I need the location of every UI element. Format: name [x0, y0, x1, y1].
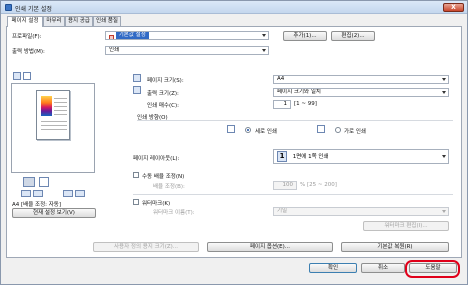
scaling-value: 100: [282, 182, 294, 188]
copies-input[interactable]: 1: [273, 100, 291, 109]
chevron-down-icon: [262, 49, 266, 52]
edit-profile-button[interactable]: 편집(2)...: [331, 31, 375, 41]
print-preferences-window: 인쇄 기본 설정 X 페이지 설정 마무리 용지 공급원 인쇄 품질 프로파일(…: [0, 0, 468, 285]
output-size-label: 출력 크기(Z):: [147, 91, 179, 97]
preview-text-line: [54, 114, 67, 115]
output-method-label: 출력 방법(M):: [12, 49, 45, 55]
landscape-label: 가로 인쇄: [344, 129, 366, 135]
custom-paper-size-button[interactable]: 사용자 정의 용지 크기(Z)...: [93, 242, 199, 252]
landscape-radio[interactable]: [335, 127, 341, 133]
page-options-button[interactable]: 페이지 옵션(E)...: [207, 242, 333, 252]
preview-image: [41, 96, 52, 116]
preview-text-line: [41, 129, 67, 130]
output-method-value: 인쇄: [109, 47, 120, 53]
scaling-input[interactable]: 100: [273, 181, 297, 190]
chevron-down-icon: [442, 78, 446, 81]
scaling-range: % [25 ~ 200]: [300, 182, 337, 188]
landscape-icon: [317, 125, 325, 133]
preview-text-line: [54, 106, 67, 107]
page-size-label: 페이지 크기(S):: [147, 78, 184, 84]
output-size-select[interactable]: 페이지 크기와 일치: [273, 88, 449, 97]
view-current-settings-button[interactable]: 현재 설정 보기(V): [12, 208, 96, 218]
tab-finishing[interactable]: 마무리: [43, 16, 65, 26]
page-size-select[interactable]: A4: [273, 75, 449, 84]
edit-watermark-button[interactable]: 워터마크 편집(I)...: [363, 221, 449, 231]
tab-paper-source[interactable]: 용지 공급원: [65, 16, 93, 33]
close-button[interactable]: X: [443, 3, 464, 12]
preview-status: A4 [배율 조정: 자동]: [12, 202, 62, 208]
watermark-name-label: 워터마크 이름(T):: [153, 210, 195, 216]
page-layout-select[interactable]: 1 1면에 1쪽 인쇄: [273, 149, 449, 164]
profile-select[interactable]: 기본값 설정: [105, 31, 269, 40]
chevron-down-icon: [442, 155, 446, 158]
output-method-select[interactable]: 인쇄: [105, 46, 269, 55]
page-preview: [11, 83, 95, 173]
add-profile-button[interactable]: 추가(1)...: [283, 31, 327, 41]
finishing-icon-3: [63, 190, 73, 197]
printer-icon: [23, 177, 35, 187]
watermark-value: 기밀: [277, 208, 288, 214]
page-layout-number: 1: [277, 151, 287, 162]
manual-scaling-label: 수동 배율 조정(N): [142, 174, 185, 180]
profile-label: 프로파일(F):: [12, 34, 42, 40]
profile-icon: [109, 35, 114, 39]
chevron-down-icon: [442, 91, 446, 94]
portrait-label: 세로 인쇄: [255, 129, 277, 135]
copies-range: [1 ~ 99]: [294, 101, 317, 107]
preview-text-line: [41, 121, 67, 122]
watermark-select[interactable]: 기밀: [273, 207, 449, 216]
printer-icon: [5, 4, 12, 11]
title-bar: 인쇄 기본 설정 X: [1, 1, 467, 14]
copies-value: 1: [283, 101, 288, 107]
finishing-icon-1: [21, 190, 31, 197]
page-layout-value: 1면에 1쪽 인쇄: [292, 154, 329, 160]
output-size-value: 페이지 크기와 일치: [277, 89, 321, 95]
profile-value: 기본값 설정: [115, 32, 149, 39]
preview-text-line: [54, 110, 67, 111]
tab-quality[interactable]: 인쇄 품질: [93, 16, 121, 26]
output-size-icon: [133, 86, 141, 94]
copies-label: 인쇄 매수(C):: [147, 103, 179, 109]
preview-text-line: [54, 102, 67, 103]
paper-icon: [39, 177, 49, 187]
preview-paper: [36, 90, 70, 140]
help-highlight-ring: [405, 260, 460, 278]
page-size-icon: [133, 74, 141, 82]
watermark-label: 워터마크(K): [142, 201, 171, 207]
finishing-icon-4: [75, 190, 85, 197]
window-title: 인쇄 기본 설정: [15, 6, 52, 13]
cancel-button[interactable]: 취소: [361, 263, 405, 273]
chevron-down-icon: [442, 210, 446, 213]
manual-scaling-checkbox[interactable]: [133, 172, 139, 178]
restore-defaults-button[interactable]: 기본값 복원(R): [341, 242, 449, 252]
page-view-icon[interactable]: [13, 72, 21, 80]
chevron-down-icon: [262, 34, 266, 37]
watermark-checkbox[interactable]: [133, 199, 139, 205]
preview-text-line: [41, 125, 67, 126]
portrait-radio[interactable]: [245, 127, 251, 133]
divider: [133, 194, 453, 195]
settings-view-icon[interactable]: [23, 72, 31, 80]
page-layout-label: 페이지 레이아웃(L):: [133, 156, 180, 162]
page-size-value: A4: [277, 76, 285, 82]
orientation-group-border: [137, 120, 453, 121]
portrait-icon: [227, 125, 235, 133]
scaling-sub-label: 배율 조정(B):: [153, 184, 185, 190]
finishing-icon-2: [33, 190, 43, 197]
preview-text-line: [54, 98, 67, 99]
ok-button[interactable]: 확인: [309, 263, 357, 273]
tab-page-setup[interactable]: 페이지 설정: [7, 16, 43, 27]
